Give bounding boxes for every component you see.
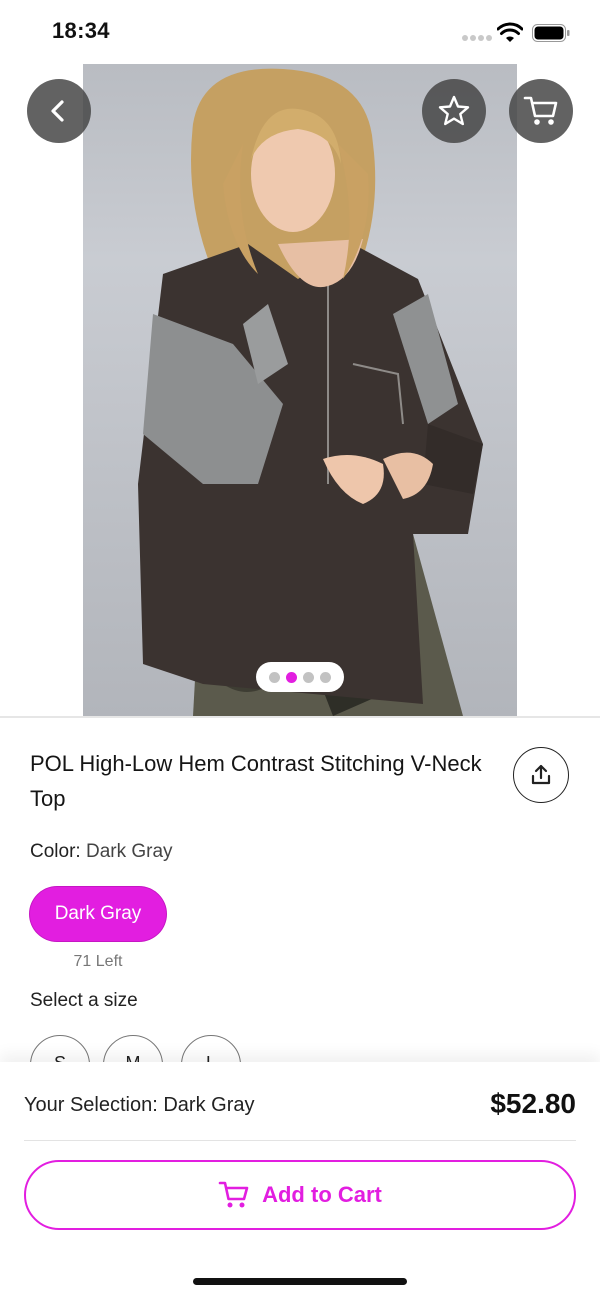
pager-dot-active[interactable] [286, 671, 297, 683]
add-to-cart-button[interactable]: Add to Cart [24, 1160, 576, 1230]
product-photo [83, 64, 517, 716]
price: $52.80 [490, 1088, 576, 1119]
pager-dot[interactable] [269, 671, 280, 683]
battery-icon [532, 24, 570, 42]
back-chevron-icon [51, 100, 64, 122]
selection-summary: Your Selection: Dark Gray [24, 1094, 255, 1116]
pager-dot[interactable] [303, 671, 314, 683]
footer-divider [24, 1140, 576, 1141]
add-to-cart-label: Add to Cart [262, 1182, 382, 1207]
share-icon [531, 764, 551, 785]
color-option-dark-gray[interactable]: Dark Gray [30, 887, 166, 941]
stock-count: 71 Left [73, 953, 123, 970]
color-label: Color: [30, 841, 81, 862]
cart-icon [218, 1181, 249, 1208]
status-time: 18:34 [52, 18, 110, 43]
size-option-s[interactable]: S [30, 1035, 90, 1065]
size-option-m[interactable]: M [103, 1035, 163, 1065]
cart-button[interactable] [509, 79, 573, 143]
cart-icon [523, 96, 558, 125]
product-image-carousel[interactable] [0, 64, 600, 716]
cellular-signal-icon [462, 35, 492, 41]
size-option-l[interactable]: L [181, 1035, 241, 1065]
size-label: Select a size [30, 990, 138, 1011]
pager-dot[interactable] [320, 671, 331, 683]
color-value: Dark Gray [85, 841, 173, 862]
image-pager[interactable] [256, 662, 344, 692]
size-options: S M L [30, 1035, 290, 1065]
back-button[interactable] [27, 79, 91, 143]
status-bar: 18:34 [0, 0, 600, 64]
star-icon [438, 95, 470, 126]
section-divider [0, 716, 600, 718]
color-row: Color: Dark Gray [30, 841, 173, 863]
product-title: POL High-Low Hem Contrast Stitching V-Ne… [30, 751, 482, 811]
wifi-icon [497, 22, 523, 42]
home-indicator[interactable] [193, 1278, 407, 1285]
share-button[interactable] [513, 747, 569, 803]
favorite-button[interactable] [422, 79, 486, 143]
purchase-footer: Your Selection: Dark Gray $52.80 Add to … [0, 1062, 600, 1299]
